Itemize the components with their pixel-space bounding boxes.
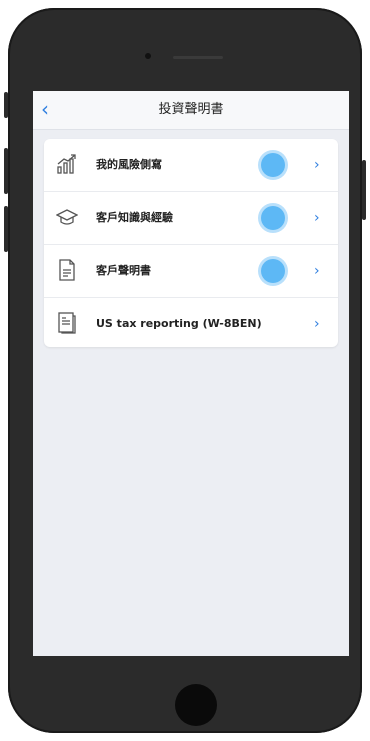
chevron-right-icon: › [314, 157, 320, 173]
home-button[interactable] [175, 684, 217, 726]
form-icon [56, 312, 78, 334]
growth-chart-icon [56, 153, 78, 175]
status-dot [261, 153, 285, 177]
chevron-right-icon: › [314, 210, 320, 226]
power-button [362, 160, 366, 220]
graduation-cap-icon [55, 206, 79, 228]
volume-up-button [4, 148, 8, 194]
list-item-knowledge-experience[interactable]: 客戶知識與經驗 › [44, 192, 338, 245]
list-item-label: 客戶聲明書 [96, 264, 151, 277]
nav-bar: ‹ 投資聲明書 [33, 91, 349, 130]
list-item-label: 客戶知識與經驗 [96, 211, 173, 224]
list-item-label: 我的風險側寫 [96, 158, 162, 171]
list-item-client-declaration[interactable]: 客戶聲明書 › [44, 245, 338, 298]
status-dot [261, 206, 285, 230]
declaration-list: 我的風險側寫 › 客戶知識與經驗 › 客戶聲明書 › US tax report… [44, 139, 338, 347]
list-item-us-tax-reporting[interactable]: US tax reporting (W-8BEN) › [44, 298, 338, 347]
status-dot [261, 259, 285, 283]
volume-down-button [4, 206, 8, 252]
document-icon [56, 259, 78, 281]
chevron-right-icon: › [314, 263, 320, 279]
list-item-risk-profile[interactable]: 我的風險側寫 › [44, 139, 338, 192]
page-title: 投資聲明書 [158, 102, 224, 117]
list-item-label: US tax reporting (W-8BEN) [96, 317, 262, 330]
front-camera [145, 53, 151, 59]
earpiece-speaker [173, 56, 223, 59]
chevron-right-icon: › [314, 316, 320, 332]
app-screen: ‹ 投資聲明書 我的風險側寫 › 客戶知識與經驗 › 客戶聲明書 › US ta… [33, 91, 349, 656]
mute-switch [4, 92, 8, 118]
